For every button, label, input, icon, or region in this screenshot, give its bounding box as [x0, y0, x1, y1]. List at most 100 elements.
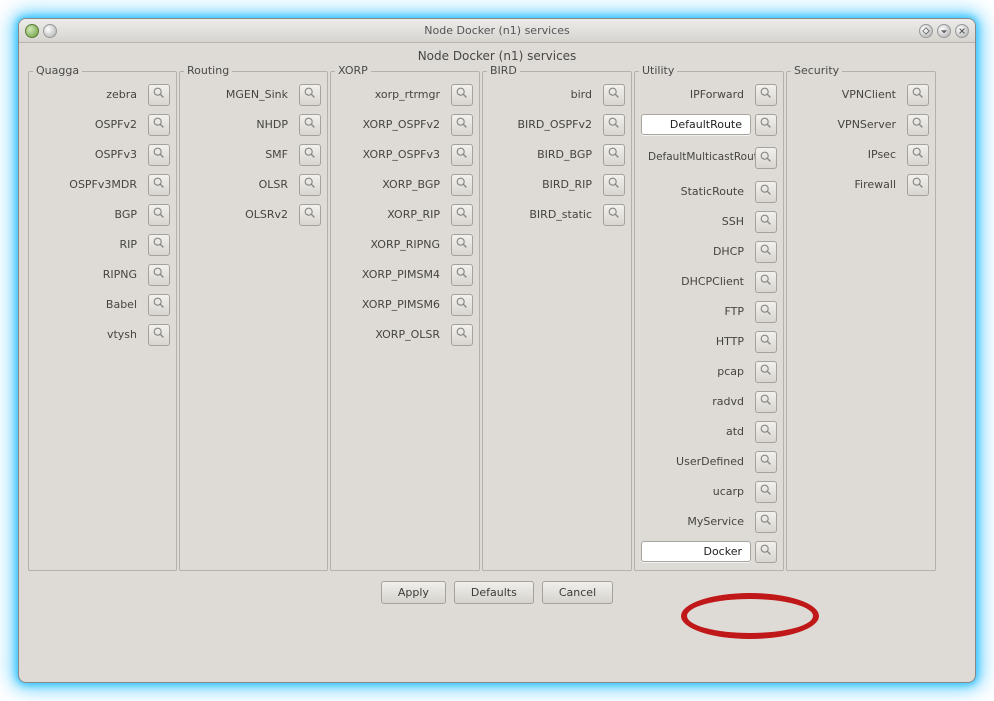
- service-toggle-ftp[interactable]: FTP: [641, 301, 751, 322]
- configure-service-button[interactable]: [451, 144, 473, 166]
- service-toggle-dhcp[interactable]: DHCP: [641, 241, 751, 262]
- service-toggle-ipforward[interactable]: IPForward: [641, 84, 751, 105]
- configure-service-button[interactable]: [755, 421, 777, 443]
- service-toggle-xorp_pimsm4[interactable]: XORP_PIMSM4: [337, 264, 447, 285]
- configure-service-button[interactable]: [148, 114, 170, 136]
- configure-service-button[interactable]: [451, 114, 473, 136]
- configure-service-button[interactable]: [755, 481, 777, 503]
- service-toggle-bgp[interactable]: BGP: [35, 204, 144, 225]
- service-toggle-babel[interactable]: Babel: [35, 294, 144, 315]
- configure-service-button[interactable]: [907, 174, 929, 196]
- configure-service-button[interactable]: [755, 147, 777, 169]
- configure-service-button[interactable]: [148, 234, 170, 256]
- configure-service-button[interactable]: [299, 204, 321, 226]
- service-toggle-ospfv3mdr[interactable]: OSPFv3MDR: [35, 174, 144, 195]
- configure-service-button[interactable]: [148, 264, 170, 286]
- service-toggle-defaultmulticastroute[interactable]: DefaultMulticastRoute: [641, 148, 751, 167]
- maximize-icon[interactable]: [937, 24, 951, 38]
- service-toggle-xorp_ripng[interactable]: XORP_RIPNG: [337, 234, 447, 255]
- service-toggle-xorp_rtrmgr[interactable]: xorp_rtrmgr: [337, 84, 447, 105]
- configure-service-button[interactable]: [299, 84, 321, 106]
- configure-service-button[interactable]: [907, 144, 929, 166]
- service-toggle-mgen_sink[interactable]: MGEN_Sink: [186, 84, 295, 105]
- service-toggle-xorp_rip[interactable]: XORP_RIP: [337, 204, 447, 225]
- minimize-icon[interactable]: [919, 24, 933, 38]
- configure-service-button[interactable]: [907, 114, 929, 136]
- service-toggle-xorp_ospfv2[interactable]: XORP_OSPFv2: [337, 114, 447, 135]
- service-toggle-bird_static[interactable]: BIRD_static: [489, 204, 599, 225]
- service-toggle-olsrv2[interactable]: OLSRv2: [186, 204, 295, 225]
- configure-service-button[interactable]: [451, 174, 473, 196]
- service-toggle-docker[interactable]: Docker: [641, 541, 751, 562]
- configure-service-button[interactable]: [148, 144, 170, 166]
- service-toggle-xorp_bgp[interactable]: XORP_BGP: [337, 174, 447, 195]
- configure-service-button[interactable]: [148, 204, 170, 226]
- configure-service-button[interactable]: [755, 241, 777, 263]
- service-toggle-smf[interactable]: SMF: [186, 144, 295, 165]
- configure-service-button[interactable]: [299, 174, 321, 196]
- service-toggle-radvd[interactable]: radvd: [641, 391, 751, 412]
- service-toggle-ospfv3[interactable]: OSPFv3: [35, 144, 144, 165]
- service-toggle-dhcpclient[interactable]: DHCPClient: [641, 271, 751, 292]
- service-toggle-userdefined[interactable]: UserDefined: [641, 451, 751, 472]
- configure-service-button[interactable]: [755, 541, 777, 563]
- configure-service-button[interactable]: [755, 181, 777, 203]
- configure-service-button[interactable]: [755, 301, 777, 323]
- configure-service-button[interactable]: [755, 271, 777, 293]
- service-toggle-bird_ospfv2[interactable]: BIRD_OSPFv2: [489, 114, 599, 135]
- apply-button[interactable]: Apply: [381, 581, 446, 604]
- configure-service-button[interactable]: [603, 84, 625, 106]
- configure-service-button[interactable]: [148, 174, 170, 196]
- close-icon[interactable]: [955, 24, 969, 38]
- service-toggle-ripng[interactable]: RIPNG: [35, 264, 144, 285]
- service-toggle-vpnclient[interactable]: VPNClient: [793, 84, 903, 105]
- configure-service-button[interactable]: [603, 144, 625, 166]
- service-toggle-defaultroute[interactable]: DefaultRoute: [641, 114, 751, 135]
- configure-service-button[interactable]: [907, 84, 929, 106]
- service-toggle-vpnserver[interactable]: VPNServer: [793, 114, 903, 135]
- configure-service-button[interactable]: [755, 451, 777, 473]
- configure-service-button[interactable]: [299, 114, 321, 136]
- configure-service-button[interactable]: [148, 294, 170, 316]
- configure-service-button[interactable]: [755, 511, 777, 533]
- service-toggle-firewall[interactable]: Firewall: [793, 174, 903, 195]
- service-toggle-nhdp[interactable]: NHDP: [186, 114, 295, 135]
- configure-service-button[interactable]: [755, 361, 777, 383]
- configure-service-button[interactable]: [755, 114, 777, 136]
- configure-service-button[interactable]: [755, 331, 777, 353]
- service-toggle-olsr[interactable]: OLSR: [186, 174, 295, 195]
- service-toggle-ipsec[interactable]: IPsec: [793, 144, 903, 165]
- service-toggle-bird[interactable]: bird: [489, 84, 599, 105]
- service-toggle-ucarp[interactable]: ucarp: [641, 481, 751, 502]
- configure-service-button[interactable]: [755, 84, 777, 106]
- configure-service-button[interactable]: [603, 174, 625, 196]
- service-toggle-zebra[interactable]: zebra: [35, 84, 144, 105]
- service-toggle-myservice[interactable]: MyService: [641, 511, 751, 532]
- configure-service-button[interactable]: [299, 144, 321, 166]
- configure-service-button[interactable]: [451, 84, 473, 106]
- service-toggle-xorp_olsr[interactable]: XORP_OLSR: [337, 324, 447, 345]
- service-toggle-rip[interactable]: RIP: [35, 234, 144, 255]
- window-menu-icon[interactable]: [25, 24, 39, 38]
- service-toggle-bird_bgp[interactable]: BIRD_BGP: [489, 144, 599, 165]
- configure-service-button[interactable]: [451, 234, 473, 256]
- defaults-button[interactable]: Defaults: [454, 581, 534, 604]
- service-toggle-xorp_ospfv3[interactable]: XORP_OSPFv3: [337, 144, 447, 165]
- configure-service-button[interactable]: [755, 391, 777, 413]
- service-toggle-staticroute[interactable]: StaticRoute: [641, 181, 751, 202]
- configure-service-button[interactable]: [755, 211, 777, 233]
- configure-service-button[interactable]: [451, 294, 473, 316]
- service-toggle-pcap[interactable]: pcap: [641, 361, 751, 382]
- window-pin-icon[interactable]: [43, 24, 57, 38]
- service-toggle-http[interactable]: HTTP: [641, 331, 751, 352]
- service-toggle-vtysh[interactable]: vtysh: [35, 324, 144, 345]
- configure-service-button[interactable]: [603, 204, 625, 226]
- cancel-button[interactable]: Cancel: [542, 581, 613, 604]
- configure-service-button[interactable]: [603, 114, 625, 136]
- configure-service-button[interactable]: [451, 204, 473, 226]
- configure-service-button[interactable]: [148, 324, 170, 346]
- configure-service-button[interactable]: [451, 324, 473, 346]
- service-toggle-bird_rip[interactable]: BIRD_RIP: [489, 174, 599, 195]
- service-toggle-ospfv2[interactable]: OSPFv2: [35, 114, 144, 135]
- service-toggle-ssh[interactable]: SSH: [641, 211, 751, 232]
